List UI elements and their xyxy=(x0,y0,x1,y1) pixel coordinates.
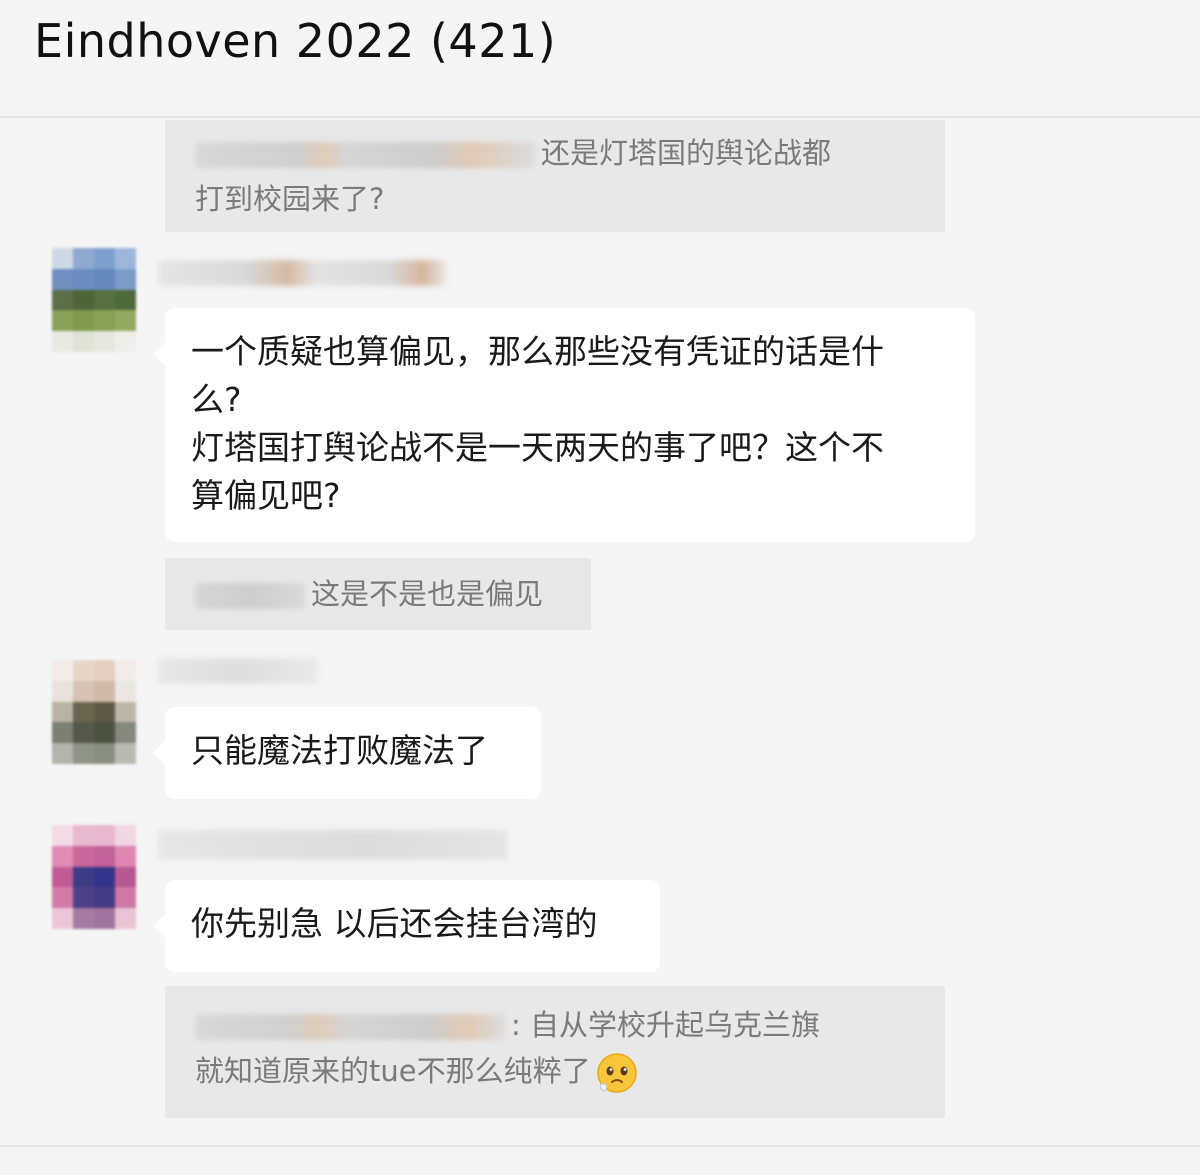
quoted-message[interactable]: 还是灯塔国的舆论战都 打到校园来了? xyxy=(165,120,945,232)
message-line: 你先别急 以后还会挂台湾的 xyxy=(191,904,598,943)
quote-line: : 自从学校升起乌克兰旗 xyxy=(195,1002,915,1048)
quote-line: 打到校园来了? xyxy=(195,182,385,216)
quote-line: 还是灯塔国的舆论战都 xyxy=(195,130,915,176)
quote-line: 这是不是也是偏见 xyxy=(195,571,561,617)
quoted-message[interactable]: : 自从学校升起乌克兰旗 就知道原来的tue不那么纯粹了 xyxy=(165,986,945,1118)
input-area-divider xyxy=(0,1145,1200,1175)
message-line: 只能魔法打败魔法了 xyxy=(191,731,488,770)
avatar[interactable] xyxy=(52,248,136,352)
message-bubble[interactable]: 一个质疑也算偏见，那么那些没有凭证的话是什 么? 灯塔国打舆论战不是一天两天的事… xyxy=(153,308,975,542)
sender-name-redacted xyxy=(158,830,508,860)
message-line: 一个质疑也算偏见，那么那些没有凭证的话是什 xyxy=(191,332,884,371)
quote-line: 就知道原来的tue不那么纯粹了 xyxy=(195,1048,915,1095)
message-line: 算偏见吧? xyxy=(191,476,341,515)
redacted-name xyxy=(195,142,535,168)
avatar[interactable] xyxy=(52,825,136,929)
title-bar: Eindhoven 2022 (421) xyxy=(0,0,1200,118)
pleading-face-icon xyxy=(596,1053,637,1093)
message-bubble[interactable]: 只能魔法打败魔法了 xyxy=(153,707,541,799)
avatar[interactable] xyxy=(52,660,136,764)
sender-name-redacted xyxy=(158,260,446,286)
sender-name-redacted xyxy=(158,658,318,684)
quoted-message[interactable]: 这是不是也是偏见 xyxy=(165,558,591,630)
message-line: 么? xyxy=(191,380,242,419)
chat-title[interactable]: Eindhoven 2022 (421) xyxy=(34,12,556,70)
redacted-name xyxy=(195,1014,505,1040)
message-list[interactable]: 还是灯塔国的舆论战都 打到校园来了? 一个质疑也算偏见，那么那些没有凭证的话是什… xyxy=(0,120,1200,1145)
message-bubble[interactable]: 你先别急 以后还会挂台湾的 xyxy=(153,880,660,972)
redacted-name xyxy=(195,583,305,609)
message-line: 灯塔国打舆论战不是一天两天的事了吧？这个不 xyxy=(191,428,884,467)
chat-window: Eindhoven 2022 (421) 还是灯塔国的舆论战都 打到校园来了? … xyxy=(0,0,1200,1175)
